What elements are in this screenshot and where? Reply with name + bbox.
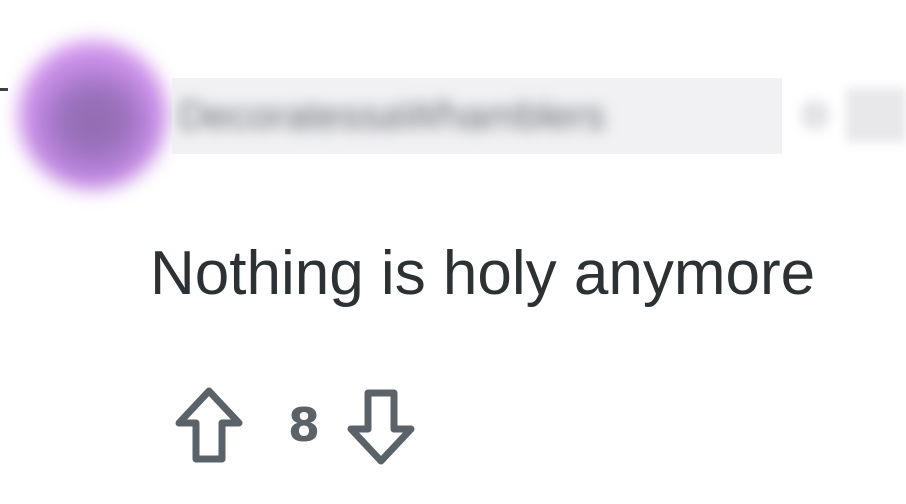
timestamp-redacted: 2d [846, 88, 906, 142]
upvote-button[interactable] [172, 383, 246, 467]
separator-dot [800, 100, 830, 130]
username: DecoratessaWhamblers [178, 93, 605, 138]
thread-line [0, 88, 8, 91]
downvote-button[interactable] [344, 383, 418, 467]
vote-bar: 8 [172, 380, 418, 470]
vote-count: 8 [288, 398, 321, 452]
arrow-down-outline-icon [347, 389, 415, 465]
comment-body: Nothing is holy anymore [150, 239, 816, 308]
arrow-up-outline-icon [175, 387, 243, 463]
username-redacted[interactable]: DecoratessaWhamblers [172, 78, 782, 154]
avatar-shade [55, 85, 135, 155]
